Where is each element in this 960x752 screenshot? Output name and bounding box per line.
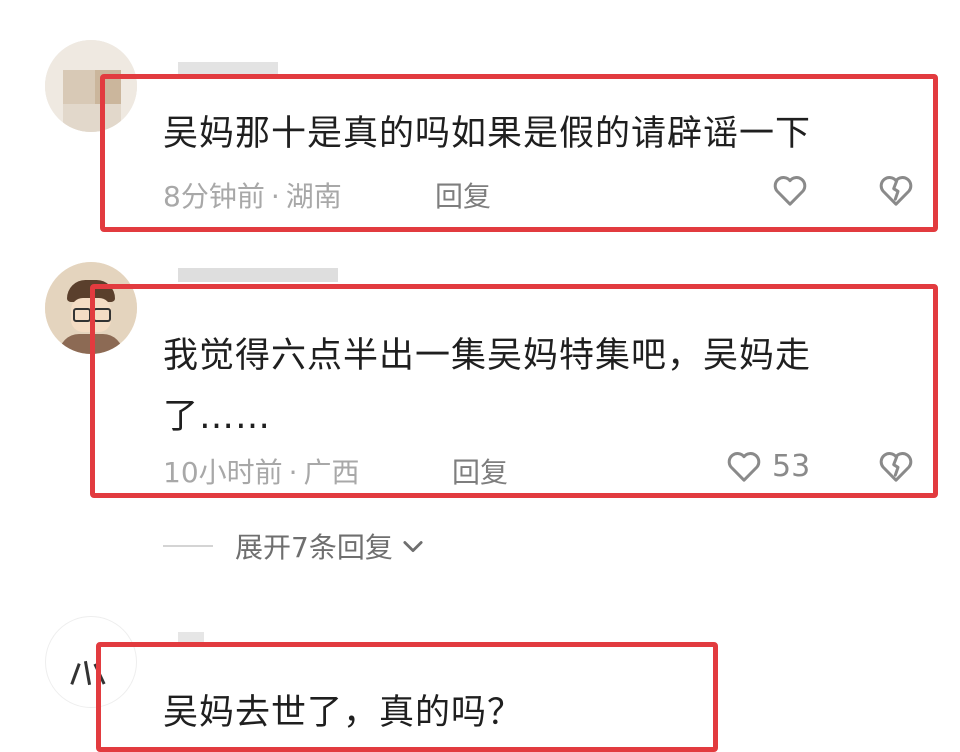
chevron-down-icon [403, 541, 423, 553]
heart-outline-icon[interactable] [724, 446, 764, 486]
username-blurred[interactable] [178, 268, 338, 282]
comment-time: 8分钟前 [163, 180, 265, 213]
expand-replies-button[interactable]: 展开7条回复 [163, 526, 427, 566]
heart-outline-icon[interactable] [770, 170, 810, 210]
broken-heart-icon[interactable] [876, 446, 916, 486]
comment-text: 吴妈去世了，真的吗？ [163, 693, 524, 733]
comment-location: 湖南 [285, 180, 342, 213]
meta-separator: · [288, 456, 298, 489]
divider-line [163, 545, 213, 547]
reply-button[interactable]: 回复 [452, 451, 508, 491]
comment-text-line2: 了…… [163, 397, 272, 437]
meta-separator: · [270, 180, 280, 213]
comment-meta: 8分钟前 · 湖南 [163, 175, 342, 215]
comment-time: 10小时前 [163, 456, 283, 489]
reply-button[interactable]: 回复 [435, 175, 491, 215]
comment-location: 广西 [303, 456, 360, 489]
broken-heart-icon[interactable] [876, 170, 916, 210]
expand-replies-label: 展开7条回复 [235, 531, 393, 564]
comment-meta: 10小时前 · 广西 [163, 451, 360, 491]
comment-text: 吴妈那十是真的吗如果是假的请辟谣一下 [163, 114, 812, 154]
comment-text-line1: 我觉得六点半出一集吴妈特集吧，吴妈走 [163, 336, 812, 376]
like-count: 53 [772, 449, 811, 484]
